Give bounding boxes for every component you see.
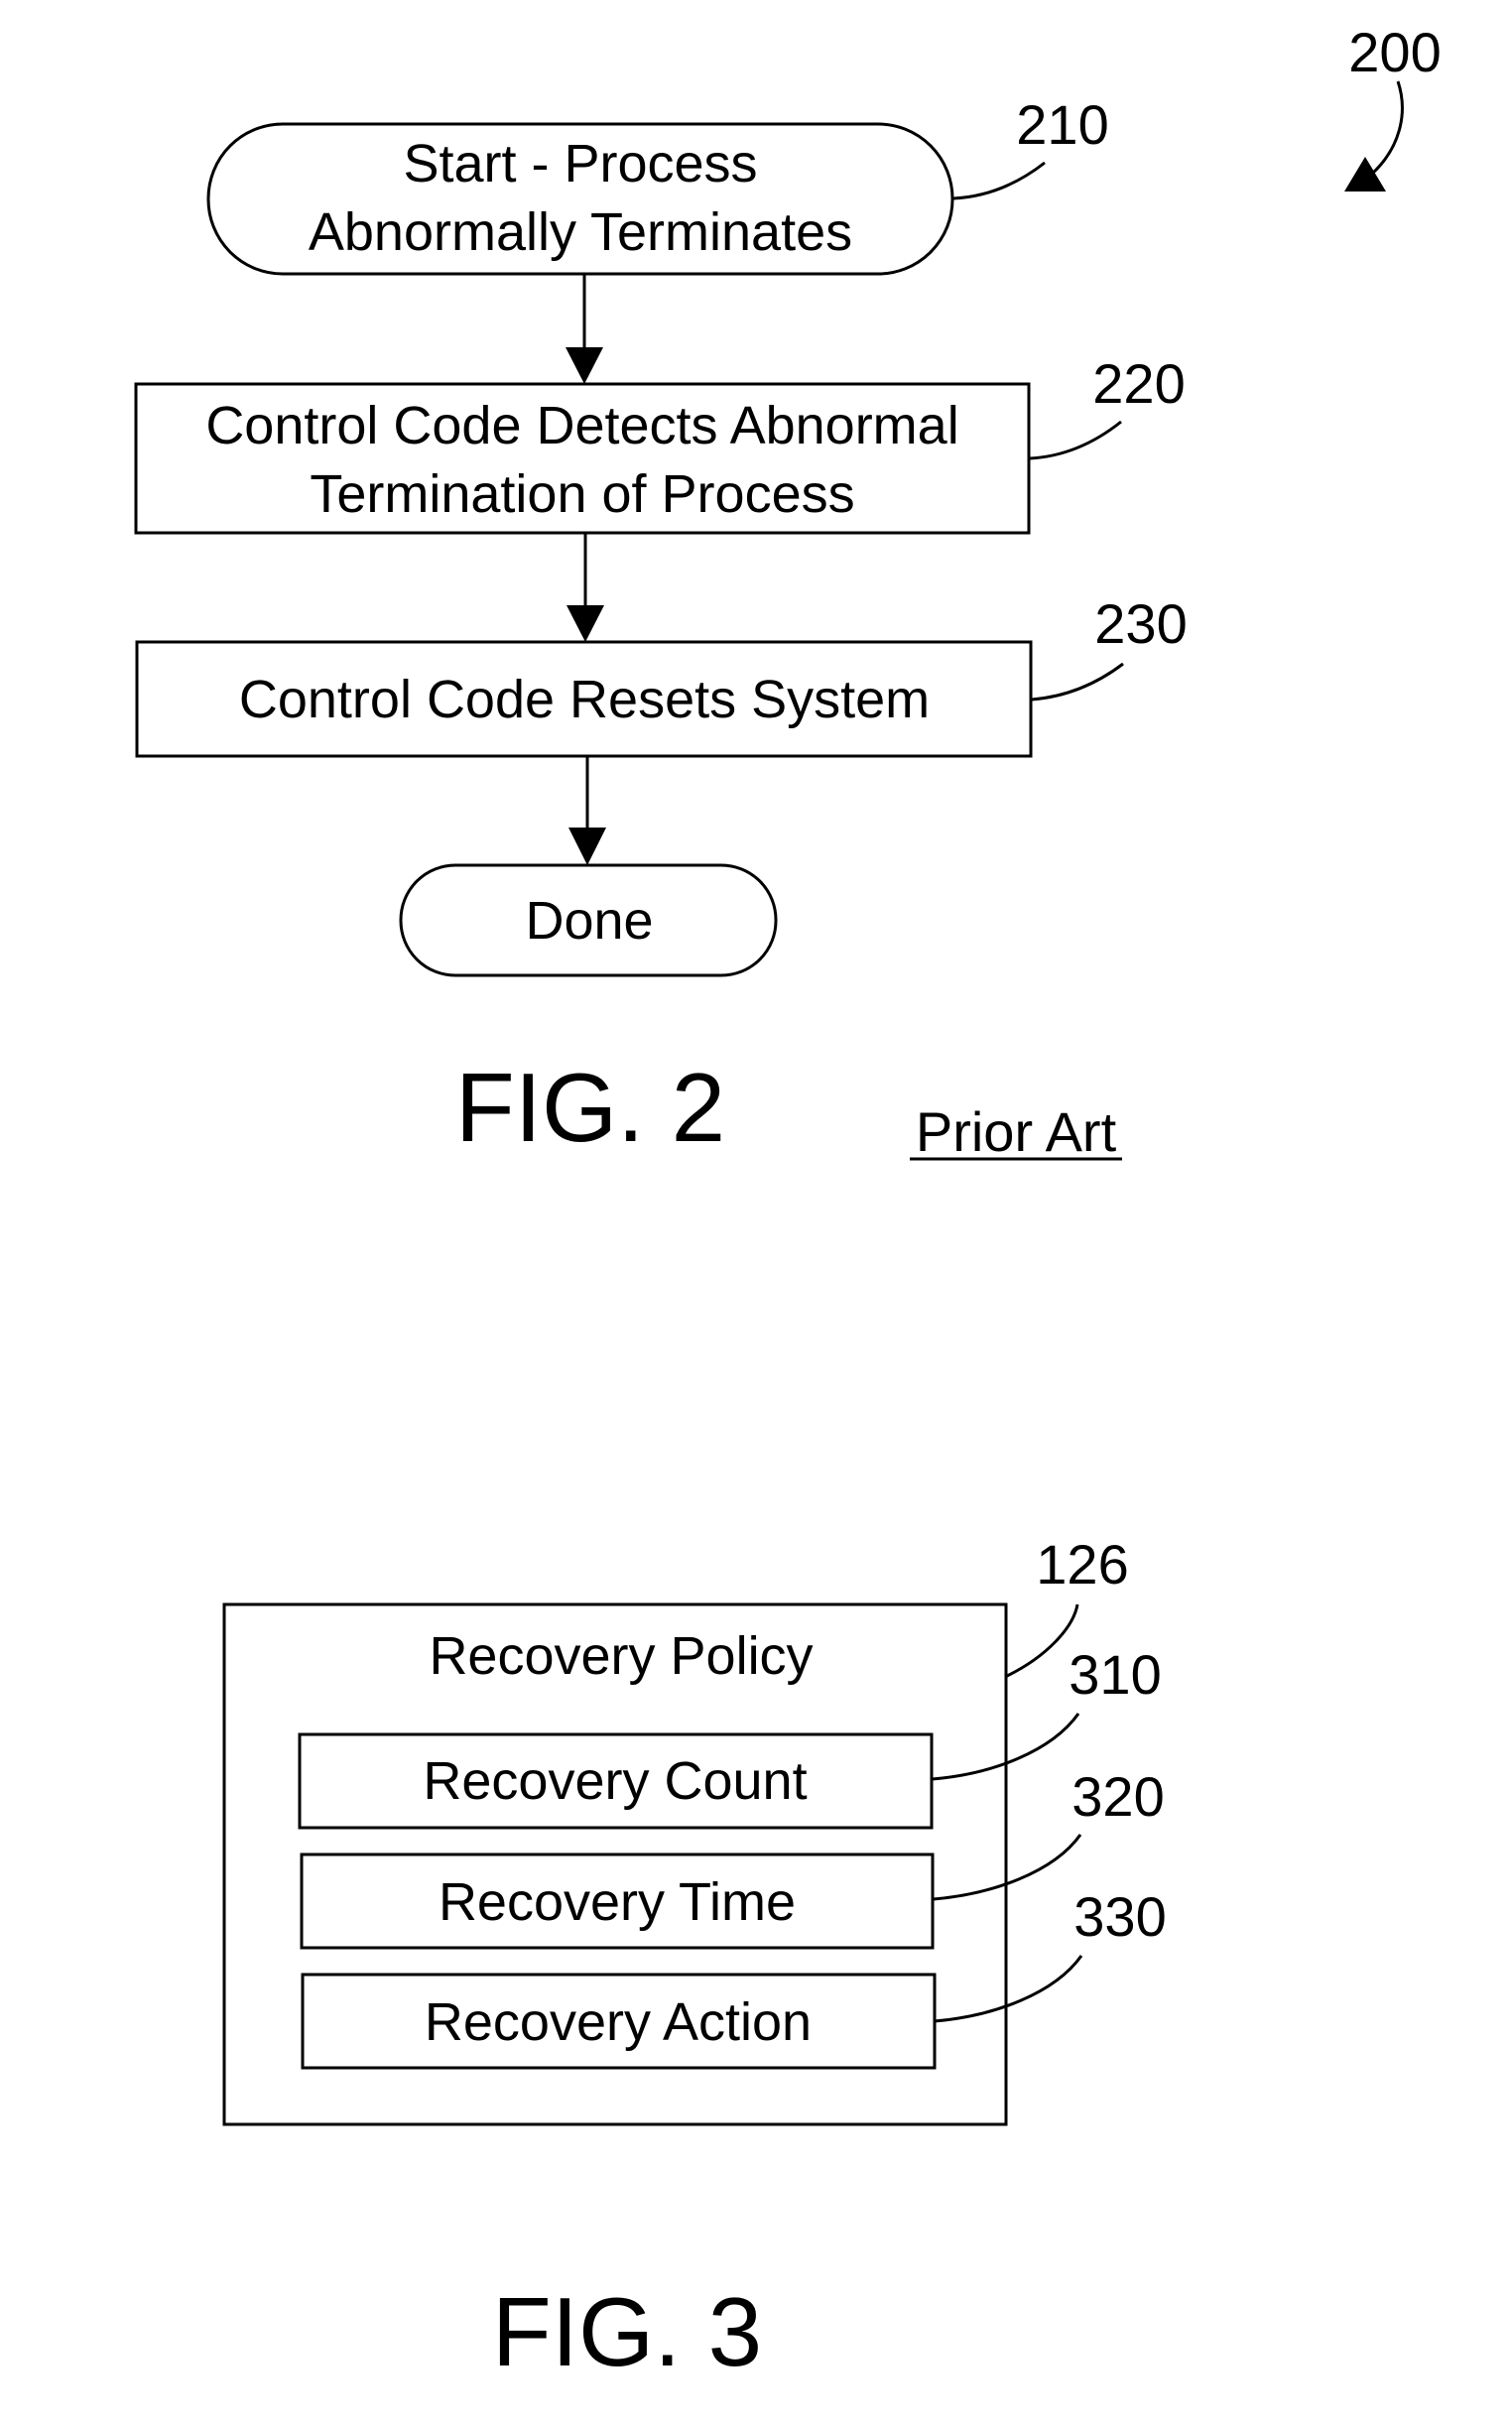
fig2-reference-arrowhead-icon xyxy=(1344,157,1386,192)
step-220-detect-box: Control Code Detects Abnormal Terminatio… xyxy=(134,382,1031,535)
done-terminator: Done xyxy=(399,863,778,977)
detect-box-line-1: Control Code Detects Abnormal xyxy=(205,396,958,455)
field-320-ref-label: 320 xyxy=(1071,1765,1164,1828)
fig3-recovery-policy: Recovery Policy 126 Recovery Count 310 R… xyxy=(222,1533,1167,2386)
fig2-caption: FIG. 2 xyxy=(455,1053,725,1162)
fig3-caption: FIG. 3 xyxy=(492,2277,762,2386)
detect-box-line-2: Termination of Process xyxy=(310,464,854,524)
recovery-policy-title: Recovery Policy xyxy=(429,1626,813,1686)
recovery-count-label: Recovery Count xyxy=(423,1751,807,1811)
recovery-action-label: Recovery Action xyxy=(425,1992,812,2052)
start-terminator-line-2: Abnormally Terminates xyxy=(309,202,852,262)
arrowhead-210-to-220-icon xyxy=(566,347,603,384)
fig2-reference-arrow-line xyxy=(1370,80,1404,176)
start-terminator-line-1: Start - Process xyxy=(403,134,757,193)
field-330-ref-label: 330 xyxy=(1073,1885,1166,1948)
fig2-flowchart: 200 Start - Process Abnormally Terminate… xyxy=(134,21,1442,1163)
step-230-reset-box: Control Code Resets System xyxy=(135,640,1033,758)
recovery-time-label: Recovery Time xyxy=(439,1872,796,1932)
container-126-ref-label: 126 xyxy=(1036,1533,1128,1596)
reset-box-line-1: Control Code Resets System xyxy=(239,670,930,729)
fig2-reference-label: 200 xyxy=(1348,21,1441,83)
step-230-leader-line xyxy=(1031,662,1124,702)
patent-drawing-sheet: 200 Start - Process Abnormally Terminate… xyxy=(134,21,1442,2386)
step-230-ref-label: 230 xyxy=(1094,592,1187,655)
step-210-leader-line xyxy=(952,161,1046,200)
arrowhead-230-to-done-icon xyxy=(568,828,606,865)
container-126-leader-line xyxy=(1004,1603,1079,1679)
field-310-ref-label: 310 xyxy=(1069,1643,1161,1706)
step-220-ref-label: 220 xyxy=(1092,352,1185,415)
step-210-ref-label: 210 xyxy=(1016,93,1108,156)
step-220-leader-line xyxy=(1029,420,1122,460)
arrowhead-220-to-230-icon xyxy=(567,605,604,642)
prior-art-note: Prior Art xyxy=(916,1100,1117,1163)
step-210-start-terminator: Start - Process Abnormally Terminates xyxy=(206,122,954,276)
done-terminator-label: Done xyxy=(525,891,653,951)
